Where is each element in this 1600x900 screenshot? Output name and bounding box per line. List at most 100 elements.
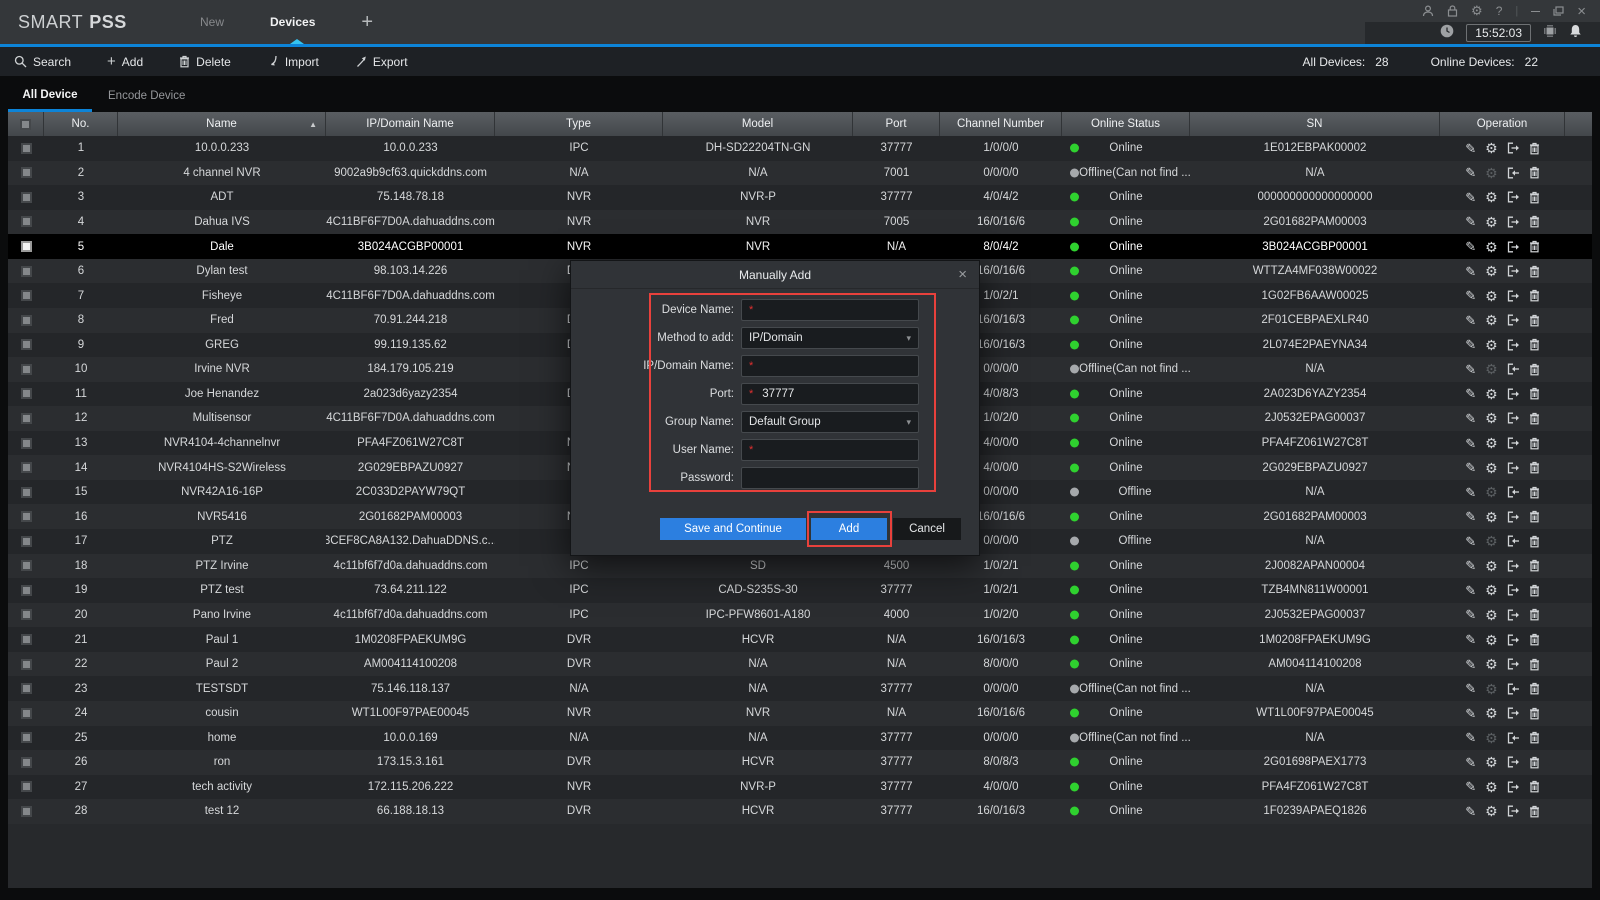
password-input[interactable]: * ▾: [741, 467, 919, 489]
header-port[interactable]: Port: [853, 112, 940, 136]
row-checkbox[interactable]: [21, 167, 32, 178]
logout-arrow-icon[interactable]: [1507, 314, 1520, 326]
logout-arrow-icon[interactable]: [1507, 511, 1520, 523]
delete-trash-icon[interactable]: [1529, 559, 1540, 572]
device-name-input[interactable]: * ▾: [741, 299, 919, 321]
settings-gear-icon[interactable]: ⚙: [1485, 190, 1498, 204]
logout-arrow-icon[interactable]: [1507, 437, 1520, 449]
settings-gear-icon[interactable]: ⚙: [1485, 657, 1498, 671]
row-checkbox[interactable]: [21, 192, 32, 203]
logout-arrow-icon[interactable]: [1507, 363, 1520, 375]
delete-trash-icon[interactable]: [1529, 191, 1540, 204]
delete-trash-icon[interactable]: [1529, 658, 1540, 671]
delete-trash-icon[interactable]: [1529, 363, 1540, 376]
delete-trash-icon[interactable]: [1529, 633, 1540, 646]
edit-pencil-icon[interactable]: ✎: [1465, 633, 1476, 646]
row-checkbox[interactable]: [21, 266, 32, 277]
settings-gear-icon[interactable]: ⚙: [1485, 166, 1498, 180]
add-button-dialog[interactable]: Add: [811, 518, 887, 540]
logout-arrow-icon[interactable]: [1507, 781, 1520, 793]
header-type[interactable]: Type: [495, 112, 663, 136]
settings-gear-icon[interactable]: ⚙: [1485, 387, 1498, 401]
table-row[interactable]: 25 home 10.0.0.169 N/A N/A 37777 0/0/0/0…: [8, 726, 1592, 751]
row-checkbox[interactable]: [21, 462, 32, 473]
settings-gear-icon[interactable]: ⚙: [1485, 804, 1498, 818]
edit-pencil-icon[interactable]: ✎: [1465, 682, 1476, 695]
minimize-icon[interactable]: [1531, 11, 1540, 12]
edit-pencil-icon[interactable]: ✎: [1465, 510, 1476, 523]
row-checkbox[interactable]: [21, 609, 32, 620]
row-checkbox[interactable]: [21, 708, 32, 719]
settings-gear-icon[interactable]: ⚙: [1485, 608, 1498, 622]
delete-button[interactable]: Delete: [179, 55, 231, 69]
delete-trash-icon[interactable]: [1529, 166, 1540, 179]
row-checkbox[interactable]: [21, 683, 32, 694]
edit-pencil-icon[interactable]: ✎: [1465, 731, 1476, 744]
delete-trash-icon[interactable]: [1529, 707, 1540, 720]
header-name[interactable]: Name ▲: [118, 112, 326, 136]
delete-trash-icon[interactable]: [1529, 387, 1540, 400]
table-row[interactable]: 22 Paul 2 AM004114100208 DVR N/A N/A 8/0…: [8, 652, 1592, 677]
settings-gear-icon[interactable]: ⚙: [1485, 289, 1498, 303]
logout-arrow-icon[interactable]: [1507, 241, 1520, 253]
settings-gear-icon[interactable]: ⚙: [1485, 755, 1498, 769]
edit-pencil-icon[interactable]: ✎: [1465, 314, 1476, 327]
row-checkbox[interactable]: [21, 634, 32, 645]
logout-arrow-icon[interactable]: [1507, 584, 1520, 596]
edit-pencil-icon[interactable]: ✎: [1465, 437, 1476, 450]
logout-arrow-icon[interactable]: [1507, 265, 1520, 277]
edit-pencil-icon[interactable]: ✎: [1465, 584, 1476, 597]
settings-gear-icon[interactable]: ⚙: [1485, 731, 1498, 745]
settings-gear-icon[interactable]: ⚙: [1485, 411, 1498, 425]
edit-pencil-icon[interactable]: ✎: [1465, 780, 1476, 793]
table-row[interactable]: 3 ADT 75.148.78.18 NVR NVR-P 37777 4/0/4…: [8, 185, 1592, 210]
delete-trash-icon[interactable]: [1529, 486, 1540, 499]
row-checkbox[interactable]: [21, 438, 32, 449]
edit-pencil-icon[interactable]: ✎: [1465, 608, 1476, 621]
row-checkbox[interactable]: [21, 290, 32, 301]
tab-new[interactable]: New: [200, 15, 224, 29]
dialog-close-icon[interactable]: ×: [958, 266, 967, 283]
delete-trash-icon[interactable]: [1529, 805, 1540, 818]
edit-pencil-icon[interactable]: ✎: [1465, 387, 1476, 400]
row-checkbox[interactable]: [21, 536, 32, 547]
table-row[interactable]: 4 Dahua IVS 4C11BF6F7D0A.dahuaddns.com N…: [8, 210, 1592, 235]
delete-trash-icon[interactable]: [1529, 584, 1540, 597]
row-checkbox[interactable]: [21, 143, 32, 154]
header-model[interactable]: Model: [663, 112, 853, 136]
edit-pencil-icon[interactable]: ✎: [1465, 363, 1476, 376]
logout-arrow-icon[interactable]: [1507, 167, 1520, 179]
settings-gear-icon[interactable]: ⚙: [1485, 264, 1498, 278]
logout-arrow-icon[interactable]: [1507, 560, 1520, 572]
row-checkbox[interactable]: [21, 732, 32, 743]
delete-trash-icon[interactable]: [1529, 461, 1540, 474]
header-sn[interactable]: SN: [1190, 112, 1440, 136]
search-button[interactable]: Search: [14, 55, 71, 69]
row-checkbox[interactable]: [21, 216, 32, 227]
logout-arrow-icon[interactable]: [1507, 191, 1520, 203]
logout-arrow-icon[interactable]: [1507, 412, 1520, 424]
logout-arrow-icon[interactable]: [1507, 142, 1520, 154]
logout-arrow-icon[interactable]: [1507, 609, 1520, 621]
row-checkbox[interactable]: [21, 339, 32, 350]
lock-icon[interactable]: [1447, 5, 1458, 17]
row-checkbox[interactable]: [21, 241, 32, 252]
logout-arrow-icon[interactable]: [1507, 707, 1520, 719]
row-checkbox[interactable]: [21, 659, 32, 670]
row-checkbox[interactable]: [21, 315, 32, 326]
method-to-add-input[interactable]: * IP/Domain ▾: [741, 327, 919, 349]
logout-arrow-icon[interactable]: [1507, 339, 1520, 351]
logout-arrow-icon[interactable]: [1507, 658, 1520, 670]
user-name-input[interactable]: * ▾: [741, 439, 919, 461]
gear-icon[interactable]: ⚙: [1471, 3, 1483, 19]
edit-pencil-icon[interactable]: ✎: [1465, 559, 1476, 572]
logout-arrow-icon[interactable]: [1507, 732, 1520, 744]
header-channel-number[interactable]: Channel Number: [940, 112, 1062, 136]
edit-pencil-icon[interactable]: ✎: [1465, 191, 1476, 204]
row-checkbox[interactable]: [21, 364, 32, 375]
logout-arrow-icon[interactable]: [1507, 535, 1520, 547]
edit-pencil-icon[interactable]: ✎: [1465, 756, 1476, 769]
logout-arrow-icon[interactable]: [1507, 805, 1520, 817]
logout-arrow-icon[interactable]: [1507, 290, 1520, 302]
settings-gear-icon[interactable]: ⚙: [1485, 706, 1498, 720]
